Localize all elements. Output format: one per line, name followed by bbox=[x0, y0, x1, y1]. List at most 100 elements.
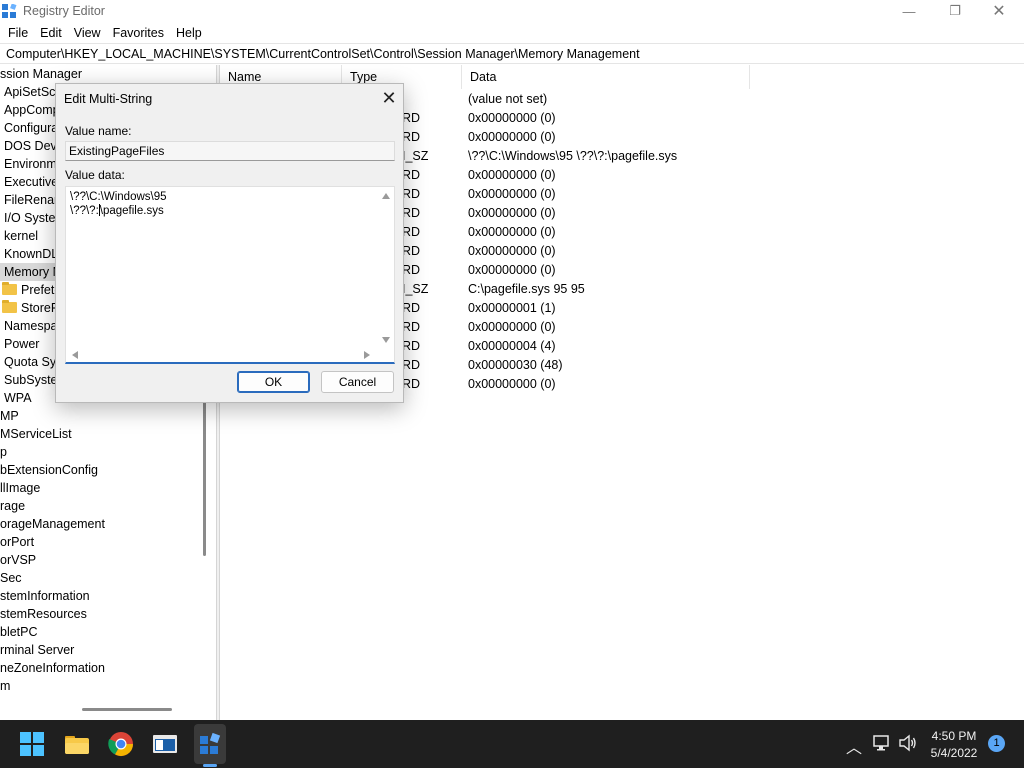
menu-help[interactable]: Help bbox=[170, 26, 208, 40]
dialog-close-button[interactable]: ✕ bbox=[378, 88, 400, 108]
cancel-button[interactable]: Cancel bbox=[321, 371, 394, 393]
maximize-button[interactable]: ❐ bbox=[932, 0, 978, 22]
tree-item-label: WPA bbox=[4, 391, 32, 405]
tree-item-label: ssion Manager bbox=[0, 67, 82, 81]
close-icon: ✕ bbox=[992, 3, 1006, 20]
row-data: 0x00000000 (0) bbox=[468, 168, 556, 182]
tree-item[interactable]: Quota Sys bbox=[0, 353, 62, 371]
tree-item[interactable]: ApiSetSch bbox=[0, 83, 62, 101]
row-type: RD bbox=[402, 377, 421, 391]
tree-item[interactable]: WPA bbox=[0, 389, 32, 407]
tree-item-label: rage bbox=[0, 499, 26, 513]
scroll-left-arrow-icon[interactable] bbox=[72, 351, 78, 359]
taskbar: ︿ 4:50 PM 5/4/2022 1 bbox=[0, 720, 1024, 768]
chrome-icon[interactable] bbox=[107, 730, 135, 758]
tree-item[interactable]: Sec bbox=[0, 569, 22, 587]
tree-item[interactable]: bExtensionConfig bbox=[0, 461, 98, 479]
network-icon[interactable] bbox=[872, 733, 892, 753]
tree-item[interactable]: llImage bbox=[0, 479, 40, 497]
value-data-textarea[interactable]: \??\C:\Windows\95 \??\?:\pagefile.sys bbox=[65, 186, 395, 364]
tree-item[interactable]: Prefetc bbox=[0, 281, 61, 299]
tree-item[interactable]: MP bbox=[0, 407, 19, 425]
tree-item[interactable]: kernel bbox=[0, 227, 38, 245]
tree-item-label: kernel bbox=[4, 229, 39, 243]
tree-item-label: llImage bbox=[0, 481, 41, 495]
close-button[interactable]: ✕ bbox=[976, 0, 1022, 22]
minimize-button[interactable]: — bbox=[886, 0, 932, 22]
clock-date[interactable]: 5/4/2022 bbox=[922, 746, 986, 760]
tree-item[interactable]: Executive bbox=[0, 173, 58, 191]
tree-item[interactable]: orPort bbox=[0, 533, 34, 551]
tree-item-label: orPort bbox=[0, 535, 35, 549]
address-bar[interactable]: Computer\HKEY_LOCAL_MACHINE\SYSTEM\Curre… bbox=[0, 43, 1024, 64]
tree-item[interactable]: Environm bbox=[0, 155, 57, 173]
tree-horizontal-scrollbar[interactable] bbox=[82, 708, 172, 711]
tree-item[interactable]: I/O Syster bbox=[0, 209, 60, 227]
tree-item[interactable]: ssion Manager bbox=[0, 65, 82, 83]
tree-item[interactable]: bletPC bbox=[0, 623, 38, 641]
column-data-header[interactable]: Data bbox=[462, 65, 750, 89]
tree-item[interactable]: stemResources bbox=[0, 605, 87, 623]
value-data-text: \??\C:\Windows\95 \??\?:\pagefile.sys bbox=[70, 191, 167, 218]
tree-item[interactable]: Power bbox=[0, 335, 39, 353]
row-data: (value not set) bbox=[468, 92, 548, 106]
title-bar: Registry Editor — ❐ ✕ bbox=[0, 0, 1024, 22]
menu-favorites[interactable]: Favorites bbox=[107, 26, 170, 40]
row-data: 0x00000000 (0) bbox=[468, 187, 556, 201]
clock-time[interactable]: 4:50 PM bbox=[922, 729, 986, 743]
dialog-title: Edit Multi-String bbox=[64, 92, 153, 106]
tree-item[interactable]: p bbox=[0, 443, 7, 461]
chevron-up-icon[interactable]: ︿ bbox=[846, 734, 862, 758]
row-data: 0x00000000 (0) bbox=[468, 244, 556, 258]
remote-desktop-icon[interactable] bbox=[151, 730, 179, 758]
ok-button[interactable]: OK bbox=[237, 371, 310, 393]
minimize-icon: — bbox=[902, 3, 916, 19]
tree-item[interactable]: KnownDL bbox=[0, 245, 58, 263]
volume-icon[interactable] bbox=[898, 733, 918, 753]
tree-item-label: stemInformation bbox=[0, 589, 90, 603]
registry-editor-icon bbox=[2, 4, 17, 18]
row-data: 0x00000000 (0) bbox=[468, 130, 556, 144]
tree-item-label: Configura bbox=[4, 121, 59, 135]
scroll-down-arrow-icon[interactable] bbox=[382, 337, 390, 343]
tree-item[interactable]: orVSP bbox=[0, 551, 36, 569]
edit-multi-string-dialog: Edit Multi-String ✕ Value name: Existing… bbox=[55, 83, 404, 403]
row-data: \??\C:\Windows\95 \??\?:\pagefile.sys bbox=[468, 149, 678, 163]
row-data: 0x00000000 (0) bbox=[468, 206, 556, 220]
value-name-label: Value name: bbox=[65, 124, 132, 138]
tree-item-label: orageManagement bbox=[0, 517, 105, 531]
tree-item[interactable]: SubSyster bbox=[0, 371, 62, 389]
tree-item[interactable]: orageManagement bbox=[0, 515, 105, 533]
menu-view[interactable]: View bbox=[68, 26, 107, 40]
window-title: Registry Editor bbox=[23, 4, 105, 18]
file-explorer-icon[interactable] bbox=[63, 730, 91, 758]
menu-edit[interactable]: Edit bbox=[34, 26, 68, 40]
tree-item[interactable]: Namespa bbox=[0, 317, 58, 335]
tree-item[interactable]: Memory M bbox=[0, 263, 63, 281]
row-type: RD bbox=[402, 187, 421, 201]
tree-item[interactable]: stemInformation bbox=[0, 587, 90, 605]
tree-item[interactable]: Configura bbox=[0, 119, 58, 137]
row-type: RD bbox=[402, 111, 421, 125]
scroll-right-arrow-icon[interactable] bbox=[364, 351, 370, 359]
tree-vertical-scrollbar[interactable] bbox=[203, 378, 206, 556]
value-name-field[interactable]: ExistingPageFiles bbox=[65, 141, 395, 161]
registry-editor-taskbar-icon[interactable] bbox=[196, 730, 224, 758]
start-windows-icon[interactable] bbox=[18, 730, 46, 758]
tree-item[interactable]: StoreP bbox=[0, 299, 59, 317]
row-type: RD bbox=[402, 168, 421, 182]
scroll-up-arrow-icon[interactable] bbox=[382, 193, 390, 199]
menu-file[interactable]: File bbox=[2, 26, 34, 40]
tree-item[interactable]: MServiceList bbox=[0, 425, 72, 443]
tree-item[interactable]: rminal Server bbox=[0, 641, 74, 659]
tree-item[interactable]: m bbox=[0, 677, 10, 695]
tree-item[interactable]: rage bbox=[0, 497, 25, 515]
row-type: RD bbox=[402, 320, 421, 334]
value-data-label: Value data: bbox=[65, 168, 125, 182]
tree-item[interactable]: neZoneInformation bbox=[0, 659, 105, 677]
tree-item-label: KnownDL bbox=[4, 247, 59, 261]
row-type: RD bbox=[402, 206, 421, 220]
row-data: 0x00000001 (1) bbox=[468, 301, 556, 315]
notification-badge[interactable]: 1 bbox=[988, 735, 1005, 752]
tree-item[interactable]: AppComp bbox=[0, 101, 60, 119]
